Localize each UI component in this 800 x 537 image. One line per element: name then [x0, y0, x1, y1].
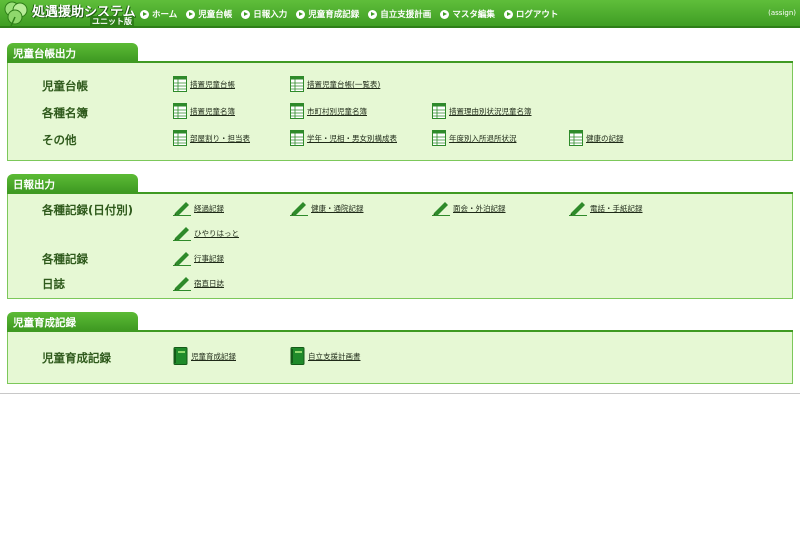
link-label: 部屋割り・担当表	[190, 133, 250, 143]
app-logo[interactable]: 処遇援助システム ユニット版	[2, 1, 136, 27]
arrow-right-icon	[368, 9, 378, 19]
nav-child-register-label: 児童台帳	[198, 10, 233, 20]
nav-logout-label: ログアウト	[515, 10, 559, 20]
row-label-daily-by-date: 各種記録(日付別)	[42, 203, 134, 217]
link-room-assignment[interactable]: 部屋割り・担当表	[173, 130, 250, 146]
spreadsheet-icon	[173, 103, 187, 119]
spreadsheet-icon	[432, 103, 446, 119]
arrow-right-icon	[140, 9, 149, 19]
nav-home-label: ホーム	[152, 10, 178, 20]
nav-home[interactable]: ホーム	[140, 7, 177, 21]
link-reason-roster[interactable]: 措置理由別状況児童名簿	[432, 103, 532, 119]
link-composition-table[interactable]: 学年・児相・男女別構成表	[290, 130, 397, 146]
pen-icon	[173, 227, 191, 241]
link-night-duty-journal[interactable]: 宿直日誌	[173, 275, 224, 291]
link-health-visit-record[interactable]: 健康・通院記録	[290, 200, 364, 216]
footer-divider	[0, 393, 800, 394]
link-label: 健康・通院記録	[311, 203, 364, 213]
link-label: 宿直日誌	[194, 278, 224, 288]
link-label: 児童育成記録	[191, 351, 236, 361]
link-label: 措置児童台帳(一覧表)	[307, 79, 381, 89]
pen-icon	[173, 252, 191, 266]
link-health-record[interactable]: 健康の記録	[569, 130, 624, 146]
arrow-right-icon	[503, 9, 513, 19]
spreadsheet-icon	[569, 130, 583, 146]
spreadsheet-icon	[290, 130, 304, 146]
app-edition: ユニット版	[90, 16, 134, 27]
nav-logout[interactable]: ログアウト	[503, 7, 559, 21]
arrow-right-icon	[241, 9, 251, 19]
link-near-miss[interactable]: ひやりはっと	[173, 225, 239, 241]
row-label-records: 各種記録	[42, 252, 88, 266]
link-progress-record[interactable]: 経過記録	[173, 200, 224, 216]
link-admission-status[interactable]: 年度別入所退所状況	[432, 130, 517, 146]
nav-growth-record-label: 児童育成記録	[308, 10, 360, 20]
current-user: (assign)	[768, 9, 796, 17]
link-phone-letter-record[interactable]: 電話・手紙記録	[569, 200, 643, 216]
pen-icon	[173, 277, 191, 291]
main-menu: ホーム 児童台帳 日報入力 児童育成記録 自立支援計画 マスタ編集 ログアウト	[140, 7, 567, 21]
row-label-other: その他	[42, 133, 77, 147]
link-label: 市町村別児童名簿	[307, 106, 367, 116]
link-placed-child-register-list[interactable]: 措置児童台帳(一覧表)	[290, 76, 380, 92]
link-label: 自立支援計画書	[308, 351, 361, 361]
nav-daily-input-label: 日報入力	[253, 10, 288, 20]
top-navigation-bar: 処遇援助システム ユニット版 ホーム 児童台帳 日報入力 児童育成記録 自立支援…	[0, 0, 800, 28]
pen-icon	[569, 202, 587, 216]
nav-support-plan[interactable]: 自立支援計画	[368, 7, 431, 21]
link-label: 経過記録	[194, 203, 224, 213]
nav-master-edit[interactable]: マスタ編集	[440, 7, 495, 21]
link-placed-child-roster[interactable]: 措置児童名簿	[173, 103, 235, 119]
book-icon	[290, 347, 305, 365]
section-register-header: 児童台帳出力	[7, 43, 138, 61]
clover-logo-icon	[4, 1, 28, 27]
arrow-right-icon	[440, 9, 450, 19]
arrow-right-icon	[296, 9, 306, 19]
row-label-rosters: 各種名簿	[42, 106, 88, 120]
link-placed-child-register[interactable]: 措置児童台帳	[173, 76, 235, 92]
section-growth-panel	[7, 332, 793, 384]
pen-icon	[173, 202, 191, 216]
link-label: ひやりはっと	[194, 228, 239, 238]
link-label: 学年・児相・男女別構成表	[307, 133, 397, 143]
link-label: 健康の記録	[586, 133, 624, 143]
row-label-growth: 児童育成記録	[42, 351, 111, 365]
link-label: 措置児童名簿	[190, 106, 235, 116]
link-label: 年度別入所退所状況	[449, 133, 517, 143]
pen-icon	[290, 202, 308, 216]
link-label: 行事記録	[194, 253, 224, 263]
row-label-journal: 日誌	[42, 277, 65, 291]
link-visit-stay-record[interactable]: 面会・外泊記録	[432, 200, 506, 216]
link-municipality-roster[interactable]: 市町村別児童名簿	[290, 103, 367, 119]
link-label: 措置理由別状況児童名簿	[449, 106, 532, 116]
spreadsheet-icon	[290, 103, 304, 119]
row-label-register: 児童台帳	[42, 79, 88, 93]
link-growth-record[interactable]: 児童育成記録	[173, 347, 236, 365]
link-label: 電話・手紙記録	[590, 203, 643, 213]
book-icon	[173, 347, 188, 365]
arrow-right-icon	[186, 9, 196, 19]
link-independence-support-plan[interactable]: 自立支援計画書	[290, 347, 361, 365]
nav-master-edit-label: マスタ編集	[452, 10, 495, 20]
spreadsheet-icon	[173, 76, 187, 92]
section-growth-header: 児童育成記録	[7, 312, 138, 330]
section-register-panel	[7, 63, 793, 161]
link-event-record[interactable]: 行事記録	[173, 250, 224, 266]
nav-daily-input[interactable]: 日報入力	[241, 7, 287, 21]
section-daily-header: 日報出力	[7, 174, 138, 192]
spreadsheet-icon	[173, 130, 187, 146]
link-label: 面会・外泊記録	[453, 203, 506, 213]
spreadsheet-icon	[290, 76, 304, 92]
spreadsheet-icon	[432, 130, 446, 146]
nav-child-register[interactable]: 児童台帳	[186, 7, 232, 21]
nav-support-plan-label: 自立支援計画	[380, 10, 432, 20]
nav-growth-record[interactable]: 児童育成記録	[296, 7, 359, 21]
link-label: 措置児童台帳	[190, 79, 235, 89]
pen-icon	[432, 202, 450, 216]
